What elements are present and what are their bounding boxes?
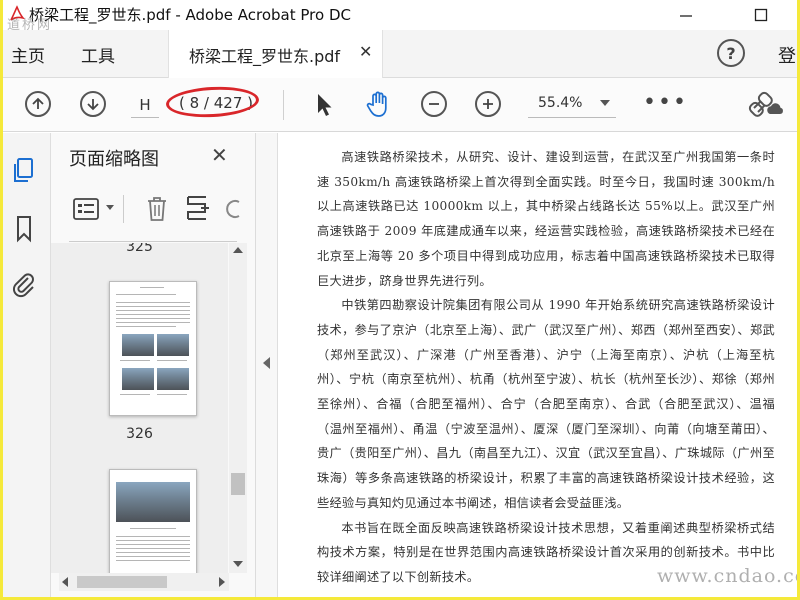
close-panel-button[interactable]: ✕ [211, 143, 228, 167]
thumbnail-page-number: 326 [126, 426, 153, 442]
thumbnail-page-326[interactable] [109, 281, 197, 416]
site-url-watermark: www.cndao.com [657, 565, 797, 587]
previous-page-button[interactable] [25, 91, 51, 117]
document-tab-label: 桥梁工程_罗世东.pdf [189, 47, 341, 66]
zoom-value: 55.4% [538, 95, 583, 111]
thumbnail-page-327[interactable] [109, 469, 197, 573]
document-paragraph: 高速铁路桥梁技术，从研究、设计、建设到运营，在武汉至广州我国第一条时速 350k… [317, 150, 775, 288]
tab-home[interactable]: 主页 [11, 42, 45, 67]
panel-divider [69, 241, 237, 242]
acrobat-window: 桥梁工程_罗世东.pdf - Adobe Acrobat Pro DC 道桥网 … [3, 0, 797, 597]
panel-title: 页面缩略图 [69, 149, 159, 170]
zoom-out-button[interactable] [421, 91, 447, 117]
panel-toolbar [63, 191, 248, 227]
arrow-down-icon [87, 99, 99, 111]
document-page: 高速铁路桥梁技术，从研究、设计、建设到运营，在武汉至广州我国第一条时速 350k… [279, 133, 797, 597]
document-paragraph: 中铁第四勘察设计院集团有限公司从 1990 年开始系统研究高速铁路桥梁设计技术，… [317, 298, 775, 510]
rotate-icon[interactable] [223, 194, 241, 222]
attachment-icon[interactable] [9, 269, 39, 299]
tab-row: 主页 工具 桥梁工程_罗世东.pdf ✕ ? 登 [3, 30, 797, 78]
page-thumbnails-icon[interactable] [9, 155, 39, 185]
panel-collapse-bar[interactable] [256, 133, 278, 597]
minimize-icon [680, 15, 692, 17]
close-tab-button[interactable]: ✕ [359, 42, 372, 61]
horizontal-scroll-thumb[interactable] [77, 576, 167, 588]
thumbnail-page-number: 325 [126, 243, 153, 255]
more-tools-button[interactable]: ••• [643, 90, 688, 115]
scroll-down-icon[interactable] [233, 561, 243, 567]
thumbnail-vertical-scrollbar[interactable] [229, 243, 247, 573]
select-cursor-icon[interactable] [313, 92, 335, 118]
main-toolbar: H ( 8 / 427 ) 55.4% ••• [3, 78, 797, 132]
minus-icon [429, 103, 439, 105]
toolbar-divider [283, 90, 284, 120]
arrow-up-icon [32, 97, 44, 109]
hand-tool-icon[interactable] [364, 89, 394, 119]
scroll-left-icon[interactable] [62, 577, 68, 587]
collapse-left-icon[interactable] [263, 357, 270, 369]
trash-icon[interactable] [145, 194, 169, 222]
vertical-scroll-thumb[interactable] [231, 473, 245, 495]
thumbnail-horizontal-scrollbar[interactable] [59, 573, 229, 591]
tab-tools[interactable]: 工具 [81, 42, 115, 67]
thumbnail-options-icon[interactable] [73, 197, 101, 221]
insert-page-icon[interactable] [185, 194, 211, 222]
zoom-select[interactable]: 55.4% [528, 92, 616, 118]
page-number-input[interactable]: H [131, 92, 159, 118]
help-icon: ? [726, 43, 736, 63]
thumbnails-panel: 页面缩略图 ✕ 325 326 [51, 133, 256, 597]
help-button[interactable]: ? [717, 39, 745, 67]
bookmark-icon[interactable] [9, 213, 39, 243]
title-bar: 桥梁工程_罗世东.pdf - Adobe Acrobat Pro DC 道桥网 [3, 0, 797, 33]
scroll-right-icon[interactable] [219, 577, 225, 587]
share-link-icon[interactable] [748, 88, 784, 120]
left-icon-rail [3, 133, 51, 597]
zoom-in-button[interactable] [475, 91, 501, 117]
chevron-down-icon[interactable] [106, 205, 114, 210]
window-title: 桥梁工程_罗世东.pdf - Adobe Acrobat Pro DC [29, 6, 351, 24]
document-tab[interactable]: 桥梁工程_罗世东.pdf ✕ [168, 30, 383, 78]
document-body: 高速铁路桥梁技术，从研究、设计、建设到运营，在武汉至广州我国第一条时速 350k… [317, 145, 775, 590]
minimize-button[interactable] [663, 0, 709, 30]
chevron-down-icon [600, 100, 610, 106]
sign-in-button[interactable]: 登 [778, 42, 796, 68]
panel-toolbar-divider [123, 195, 124, 223]
thumbnail-list: 325 326 [51, 243, 228, 573]
red-annotation-circle [165, 84, 260, 120]
next-page-button[interactable] [80, 91, 106, 117]
maximize-button[interactable] [738, 0, 784, 30]
maximize-icon [754, 8, 768, 22]
scroll-up-icon[interactable] [233, 247, 243, 253]
plus-icon [483, 99, 493, 109]
